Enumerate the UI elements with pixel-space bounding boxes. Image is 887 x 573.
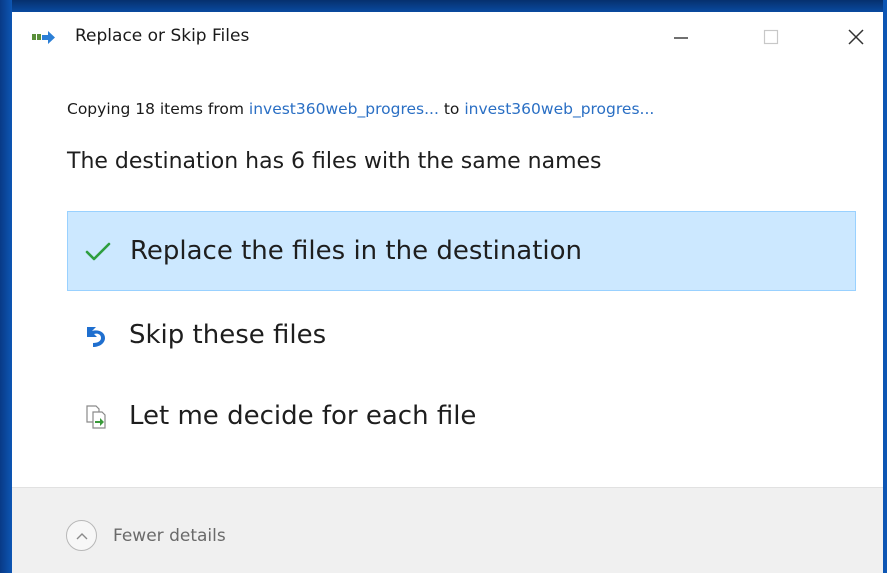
minimize-button[interactable]	[658, 12, 704, 62]
details-toggle-circle	[66, 520, 97, 551]
source-folder-link[interactable]: invest360web_progres...	[249, 100, 439, 118]
maximize-icon	[763, 29, 779, 45]
compare-files-icon	[86, 405, 106, 429]
conflict-headline: The destination has 6 files with the sam…	[67, 149, 602, 174]
skip-files-label: Skip these files	[129, 320, 327, 350]
desktop-background-left	[0, 0, 12, 573]
dialog-footer: Fewer details	[12, 488, 883, 573]
close-button[interactable]	[833, 12, 879, 62]
title-bar[interactable]: Replace or Skip Files	[12, 12, 883, 64]
fewer-details-label: Fewer details	[113, 525, 226, 546]
decide-each-file-label: Let me decide for each file	[129, 401, 477, 431]
replace-files-label: Replace the files in the destination	[130, 236, 583, 266]
close-icon	[848, 29, 864, 45]
destination-folder-link[interactable]: invest360web_progres...	[464, 100, 654, 118]
checkmark-icon	[85, 242, 111, 261]
copy-summary-prefix: Copying 18 items from	[67, 100, 249, 118]
chevron-up-icon	[76, 532, 87, 539]
skip-files-option[interactable]: Skip these files	[67, 296, 856, 376]
desktop-background-right	[883, 0, 887, 573]
skip-arrow-icon	[87, 327, 105, 347]
copy-files-arrow-icon	[32, 31, 55, 44]
replace-or-skip-dialog: Replace or Skip Files Copying 18 items f…	[12, 12, 883, 573]
maximize-button[interactable]	[748, 12, 794, 62]
minimize-icon	[674, 37, 688, 39]
copy-summary: Copying 18 items from invest360web_progr…	[67, 100, 654, 118]
window-title: Replace or Skip Files	[75, 26, 250, 46]
fewer-details-button[interactable]: Fewer details	[66, 520, 226, 551]
decide-each-file-option[interactable]: Let me decide for each file	[67, 377, 856, 457]
replace-files-option[interactable]: Replace the files in the destination	[67, 211, 856, 291]
copy-summary-middle: to	[438, 100, 465, 118]
